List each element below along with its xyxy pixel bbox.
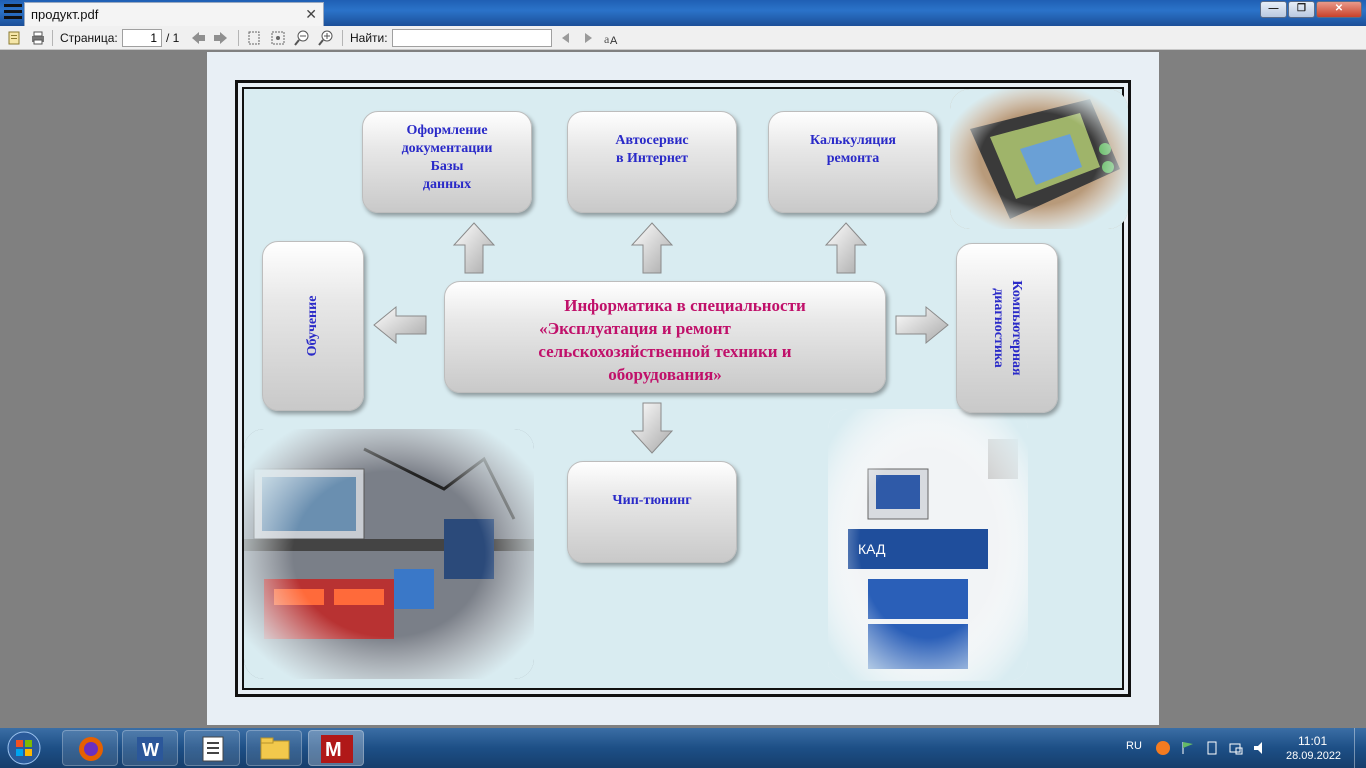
box-computer-diagnostics: Компьютерная диагностика [956,243,1058,413]
documents-taskbar-icon[interactable] [184,730,240,766]
volume-icon[interactable] [1252,740,1268,759]
box-autoservice-internet: Автосервис в Интернет [567,111,737,213]
zoom-in-icon[interactable] [318,30,334,46]
arrow-left [373,305,427,345]
svg-text:W: W [142,740,159,760]
close-button[interactable]: ✕ [1316,1,1362,18]
avast-icon[interactable] [1155,740,1171,759]
center-line: оборудования» [608,365,722,384]
box-training: Обучение [262,241,364,411]
firefox-taskbar-icon[interactable] [62,730,118,766]
document-tab[interactable]: продукт.pdf ✕ [24,2,324,26]
next-page-icon[interactable] [213,30,229,46]
page-label: Страница: [60,31,118,45]
center-line: «Эксплуатация и ремонт [539,319,731,338]
fit-width-icon[interactable] [246,30,262,46]
tab-title: продукт.pdf [31,7,99,22]
show-desktop-button[interactable] [1354,728,1366,768]
find-previous-icon[interactable] [558,30,574,46]
clock-time[interactable]: 11:01 [1298,734,1327,748]
box-training-label: Обучение [305,295,320,357]
box-documentation-databases: Оформление документации Базы данных [362,111,532,213]
explorer-taskbar-icon[interactable] [246,730,302,766]
arrow-right [895,305,949,345]
gps-navigator-photo [950,89,1128,229]
network-icon[interactable] [1228,740,1244,759]
find-input[interactable] [392,29,552,47]
print-icon[interactable] [30,30,46,46]
tab-close-icon[interactable]: ✕ [305,6,317,23]
fit-page-icon[interactable] [270,30,286,46]
arrow-down [630,402,674,454]
box-line: диагностика [991,288,1006,368]
find-next-icon[interactable] [580,30,596,46]
box-line: документации [401,141,493,156]
page-total: / 1 [166,31,180,45]
maximize-button[interactable]: ❐ [1288,1,1315,18]
clock-date[interactable]: 28.09.2022 [1286,750,1341,762]
document-page: КАД Оформление документации Базы данных … [207,52,1159,725]
arrow-up-middle [630,222,674,274]
usb-device-icon[interactable] [1204,740,1220,759]
box-line: Компьютерная [1009,280,1024,376]
zoom-out-icon[interactable] [294,30,310,46]
center-line: Информатика в специальности [564,296,806,315]
start-button[interactable] [4,730,44,766]
security-flag-icon[interactable] [1180,740,1196,759]
page-number-input[interactable] [122,29,162,47]
pdf-master-taskbar-icon[interactable]: M [308,730,364,766]
language-indicator[interactable]: RU [1126,740,1142,752]
title-bar: продукт.pdf ✕ — ❐ ✕ [0,0,1366,26]
toolbar: Страница: / 1 Найти: aA [0,26,1366,50]
box-center-informatics: Информатика в специальности «Эксплуатаци… [444,281,886,393]
svg-text:M: M [325,739,342,761]
box-chip-tuning: Чип-тюнинг [567,461,737,563]
svg-text:A: A [610,35,618,46]
center-line: сельскохозяйственной техники и [538,342,792,361]
box-line: Оформление [406,123,488,138]
minimize-button[interactable]: — [1260,1,1287,18]
box-line: ремонта [826,151,880,166]
find-options-icon[interactable]: aA [603,30,619,47]
diagnostic-stand-photo [244,429,534,679]
kad-computer-cart-photo: КАД [828,409,1028,681]
box-line: Чип-тюнинг [612,493,692,508]
page-frame: КАД Оформление документации Базы данных … [235,80,1131,697]
menu-icon[interactable] [4,4,22,22]
box-line: в Интернет [615,151,689,166]
box-repair-calculation: Калькуляция ремонта [768,111,938,213]
box-line: Калькуляция [809,133,896,148]
find-label: Найти: [350,31,388,45]
box-line: Базы [430,159,464,174]
open-file-icon[interactable] [6,30,22,46]
arrow-up-left [452,222,496,274]
box-line: Автосервис [615,133,689,148]
diagram-area: КАД Оформление документации Базы данных … [242,87,1128,690]
arrow-up-right [824,222,868,274]
previous-page-icon[interactable] [190,30,206,46]
word-taskbar-icon[interactable]: W [122,730,178,766]
taskbar: W M RU 11:01 28.09.2022 [0,728,1366,768]
box-line: данных [422,177,472,192]
